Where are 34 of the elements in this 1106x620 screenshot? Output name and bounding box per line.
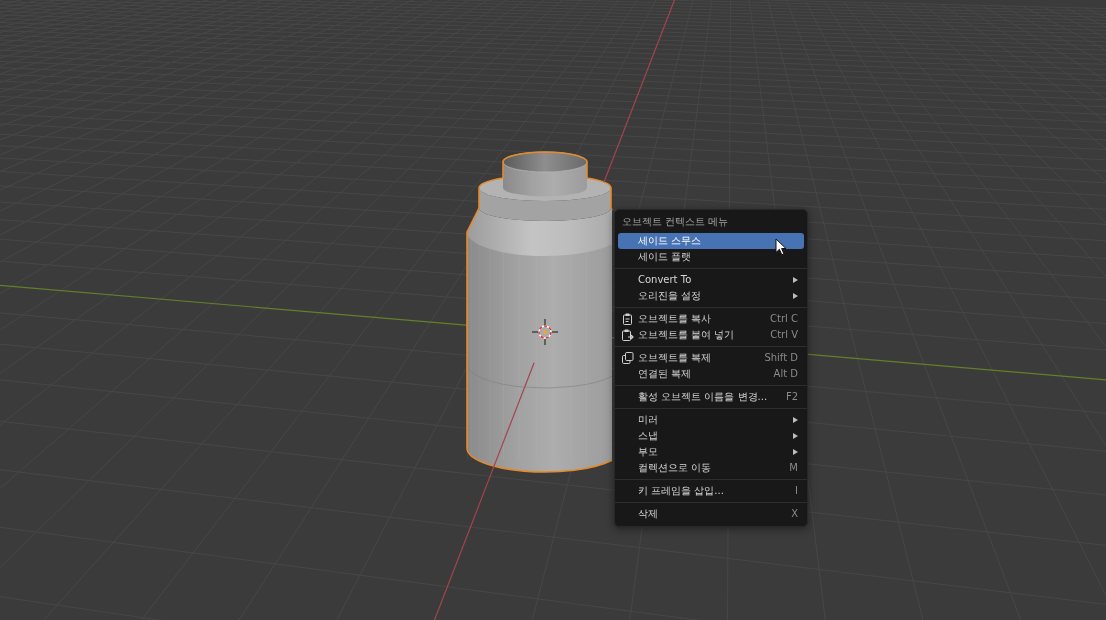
- clipboard-icon: [622, 313, 633, 325]
- shortcut-hint: Shift D: [764, 352, 798, 364]
- shortcut-hint: F2: [785, 391, 798, 403]
- menu-item[interactable]: 키 프레임을 삽입... I: [618, 483, 804, 499]
- menu-item[interactable]: 오브젝트를 붙여 넣기 Ctrl V: [618, 327, 804, 343]
- menu-item[interactable]: 미러: [618, 412, 804, 428]
- origin-point-icon: [543, 330, 547, 334]
- menu-item[interactable]: 부모: [618, 444, 804, 460]
- shortcut-hint: I: [795, 485, 798, 497]
- menu-item[interactable]: 오브젝트를 복제 Shift D: [618, 350, 804, 366]
- 3d-cursor-icon: [531, 318, 559, 346]
- menu-item[interactable]: 오리진을 설정: [618, 288, 804, 304]
- mouse-pointer-icon: [775, 238, 787, 256]
- menu-title: 오브젝트 컨텍스트 메뉴: [621, 215, 730, 229]
- shortcut-hint: M: [789, 462, 798, 474]
- submenu-arrow-icon: [793, 433, 798, 439]
- shortcut-hint: Alt D: [773, 368, 798, 380]
- menu-item[interactable]: 연결된 복제 Alt D: [618, 366, 804, 382]
- shortcut-hint: X: [791, 508, 798, 520]
- shortcut-hint: Ctrl V: [770, 329, 798, 341]
- menu-item[interactable]: 세이드 스무스: [618, 233, 804, 249]
- submenu-arrow-icon: [793, 293, 798, 299]
- submenu-arrow-icon: [793, 449, 798, 455]
- menu-item[interactable]: 오브젝트를 복사 Ctrl C: [618, 311, 804, 327]
- shortcut-hint: Ctrl C: [770, 313, 798, 325]
- menu-item[interactable]: 스냅: [618, 428, 804, 444]
- overlapping-pages-icon: [622, 352, 634, 364]
- menu-item[interactable]: 삭제 X: [618, 506, 804, 522]
- menu-item[interactable]: 컬렉션으로 이동 M: [618, 460, 804, 476]
- submenu-arrow-icon: [793, 277, 798, 283]
- menu-item[interactable]: 활성 오브젝트 이름을 변경... F2: [618, 389, 804, 405]
- menu-item[interactable]: Convert To: [618, 272, 804, 288]
- submenu-arrow-icon: [793, 417, 798, 423]
- menu-item[interactable]: 세이드 플랫: [618, 249, 804, 265]
